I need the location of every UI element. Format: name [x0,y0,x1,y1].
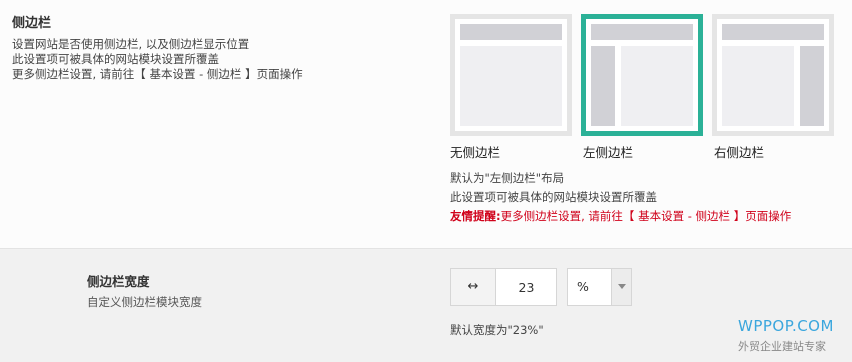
friendly-tip: 友情提醒:更多侧边栏设置, 请前往【 基本设置 - 侧边栏 】页面操作 [450,207,791,226]
desc-line: 设置网站是否使用侧边栏, 以及侧边栏显示位置 [12,37,250,51]
layout-option-right-sidebar[interactable] [712,14,834,136]
preview-content-block [722,46,794,126]
desc-line: 更多侧边栏设置, 请前往【 基本设置 - 侧边栏 】页面操作 [12,67,303,81]
tip-prefix: 友情提醒: [450,209,501,223]
section-title: 侧边栏 [12,16,52,31]
layout-option-no-sidebar[interactable] [450,14,572,136]
width-description: 自定义侧边栏模块宽度 [87,295,202,309]
watermark-logo: WPPOP.COM [738,317,834,335]
layout-option-left-sidebar[interactable] [581,14,703,136]
layout-option-label[interactable]: 左侧边栏 [583,142,633,161]
sidebar-notes: 默认为"左侧边栏"布局 此设置项可被具体的网站模块设置所覆盖 友情提醒:更多侧边… [450,169,791,226]
layout-option-label[interactable]: 右侧边栏 [714,142,764,161]
preview-header-block [460,24,562,40]
horizontal-arrows-icon: ↔ [451,269,496,305]
width-unit-select[interactable]: % [567,268,632,306]
preview-content-block [621,46,693,126]
preview-sidebar-block [591,46,615,126]
preview-content-block [460,46,562,126]
preview-header-block [591,24,693,40]
width-default-note: 默认宽度为"23%" [450,323,544,337]
preview-sidebar-block [800,46,824,126]
layout-preview-no-sidebar [460,24,562,126]
width-title: 侧边栏宽度 [87,274,150,289]
width-input-group: ↔ [450,268,557,306]
desc-line: 此设置项可被具体的网站模块设置所覆盖 [12,52,219,66]
layout-preview-right-sidebar [722,24,824,126]
unit-selected-value: % [577,279,589,294]
sidebar-setting-section: 侧边栏 设置网站是否使用侧边栏, 以及侧边栏显示位置 此设置项可被具体的网站模块… [0,0,852,248]
layout-preview-left-sidebar [591,24,693,126]
tip-text: 更多侧边栏设置, 请前往【 基本设置 - 侧边栏 】页面操作 [500,209,792,223]
override-note: 此设置项可被具体的网站模块设置所覆盖 [450,190,657,204]
chevron-down-icon [618,284,626,289]
width-value-input[interactable] [497,269,556,305]
watermark-tagline: 外贸企业建站专家 [738,340,826,353]
default-note: 默认为"左侧边栏"布局 [450,171,565,185]
section-description: 设置网站是否使用侧边栏, 以及侧边栏显示位置 此设置项可被具体的网站模块设置所覆… [12,37,303,82]
preview-header-block [722,24,824,40]
dropdown-toggle[interactable] [611,269,631,305]
layout-option-label[interactable]: 无侧边栏 [450,142,500,161]
